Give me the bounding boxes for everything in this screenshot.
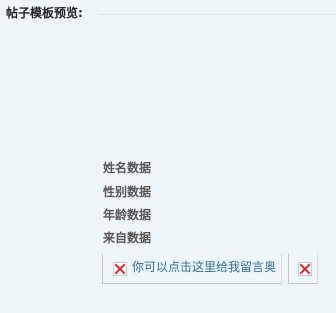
template-preview-header: 帖子模板预览: xyxy=(6,6,336,20)
secondary-image-button[interactable] xyxy=(288,253,318,284)
header-divider xyxy=(98,14,336,15)
template-preview-title: 帖子模板预览: xyxy=(6,6,83,20)
leave-message-label: 你可以点击这里给我留言奥 xyxy=(132,260,277,274)
leave-message-button[interactable]: 你可以点击这里给我留言奥 xyxy=(102,253,282,284)
origin-data-field: 来自数据 xyxy=(103,231,152,245)
age-data-field: 年龄数据 xyxy=(103,208,152,222)
broken-image-icon xyxy=(113,262,127,276)
gender-data-field: 性别数据 xyxy=(103,185,152,199)
name-data-field: 姓名数据 xyxy=(103,161,152,175)
broken-image-icon xyxy=(298,262,312,276)
